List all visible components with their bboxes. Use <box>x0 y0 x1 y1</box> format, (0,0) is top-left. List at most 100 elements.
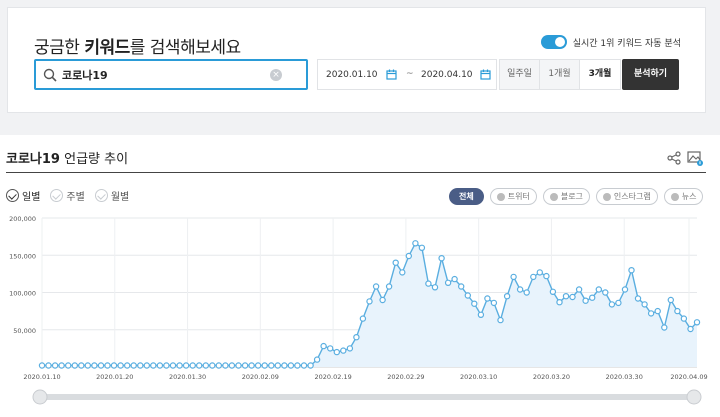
check-icon <box>50 189 64 202</box>
data-point <box>484 295 491 302</box>
data-point <box>261 362 268 369</box>
data-point <box>516 286 524 293</box>
data-point <box>346 345 354 352</box>
data-point <box>438 255 445 262</box>
twitter-icon <box>496 192 505 201</box>
data-point <box>379 296 386 304</box>
granularity-daily[interactable]: 일별 <box>6 188 40 203</box>
data-point <box>163 362 170 369</box>
search-box[interactable]: × <box>34 59 308 90</box>
x-tick-label: 2020.03.10 <box>460 373 497 381</box>
end-date[interactable]: 2020.04.10 <box>421 70 473 80</box>
area-fill <box>42 243 697 367</box>
data-point <box>647 310 655 317</box>
data-point <box>615 299 622 307</box>
date-separator: ~ <box>406 69 414 79</box>
data-point <box>405 252 412 260</box>
source-instagram[interactable]: 인스타그램 <box>595 188 658 205</box>
data-point <box>510 273 517 281</box>
period-selector: 일주일 1개월 3개월 <box>499 59 621 90</box>
search-input[interactable] <box>62 65 262 85</box>
data-point <box>117 362 124 369</box>
data-point <box>84 362 92 369</box>
granularity-monthly[interactable]: 월별 <box>94 188 129 203</box>
data-point <box>281 362 288 369</box>
trend-chart: 200,000 150,000 100,000 50,000 2020.01.10 202… <box>9 215 708 405</box>
data-point <box>189 362 196 369</box>
search-icon <box>43 68 57 82</box>
source-all[interactable]: 전체 <box>449 188 484 205</box>
range-slider-handle-end[interactable] <box>686 389 702 405</box>
data-point <box>385 283 393 290</box>
data-point <box>176 362 183 369</box>
data-point <box>490 299 498 307</box>
data-point <box>503 292 511 300</box>
close-icon[interactable]: × <box>270 69 282 81</box>
data-point <box>195 362 203 369</box>
share-icon[interactable] <box>667 151 681 165</box>
trend-card: 코로나19 언급량 추이 일별 주별 월별 전체 트위터 블로그 인스타그램 뉴… <box>0 135 720 417</box>
data-point <box>530 273 537 281</box>
data-point <box>444 279 452 287</box>
data-point <box>497 316 504 324</box>
image-download-icon[interactable] <box>687 150 703 166</box>
data-point <box>209 362 216 369</box>
data-point <box>137 362 144 369</box>
data-point <box>654 307 661 315</box>
data-point <box>562 292 570 300</box>
data-point <box>464 292 471 299</box>
granularity-weekly[interactable]: 주별 <box>50 188 85 203</box>
realtime-toggle[interactable] <box>540 35 567 49</box>
source-blog[interactable]: 블로그 <box>542 188 590 205</box>
range-slider-handle-start[interactable] <box>32 389 48 405</box>
calendar-icon[interactable] <box>386 69 397 80</box>
data-point <box>693 319 701 326</box>
data-point <box>143 362 150 369</box>
range-slider-track <box>40 394 699 400</box>
x-tick-label: 2020.03.20 <box>533 373 570 381</box>
data-point <box>687 325 694 333</box>
data-point <box>431 284 439 291</box>
period-option-1month[interactable]: 1개월 <box>540 60 580 89</box>
news-icon <box>670 192 679 201</box>
data-point <box>556 298 563 306</box>
data-point <box>222 362 229 369</box>
data-point <box>294 362 301 369</box>
source-twitter[interactable]: 트위터 <box>489 188 537 205</box>
data-point <box>674 307 681 315</box>
data-point <box>228 362 236 369</box>
data-point <box>123 362 131 369</box>
analyze-button[interactable]: 분석하기 <box>622 59 679 90</box>
period-option-week[interactable]: 일주일 <box>500 60 540 89</box>
data-point <box>156 362 164 369</box>
period-option-3months[interactable]: 3개월 <box>580 60 620 89</box>
granularity-options: 일별 주별 월별 <box>6 188 129 203</box>
data-point <box>333 348 340 356</box>
x-tick-label: 2020.03.30 <box>606 373 643 381</box>
data-point <box>254 362 262 369</box>
data-point <box>595 286 603 293</box>
x-tick-label: 2020.02.29 <box>387 373 424 381</box>
data-point <box>366 298 373 305</box>
data-point <box>621 286 629 293</box>
data-point <box>235 362 242 369</box>
realtime-toggle-group[interactable]: 실시간 1위 키워드 자동 분석 <box>540 35 681 49</box>
data-point <box>359 315 367 322</box>
data-point <box>320 342 327 350</box>
y-tick-label: 100,000 <box>9 290 36 298</box>
check-icon <box>94 189 108 202</box>
data-point <box>287 362 295 369</box>
data-point <box>425 280 432 287</box>
start-date[interactable]: 2020.01.10 <box>326 70 378 80</box>
data-point <box>313 356 321 363</box>
data-point <box>91 362 98 369</box>
data-point <box>372 283 380 290</box>
data-point <box>549 288 557 296</box>
data-point <box>307 362 314 369</box>
date-range[interactable]: 2020.01.10 ~ 2020.04.10 <box>317 59 497 90</box>
data-point <box>353 333 360 341</box>
data-point <box>412 240 419 247</box>
source-news[interactable]: 뉴스 <box>663 188 704 205</box>
data-point <box>634 295 642 302</box>
calendar-icon[interactable] <box>480 69 491 80</box>
